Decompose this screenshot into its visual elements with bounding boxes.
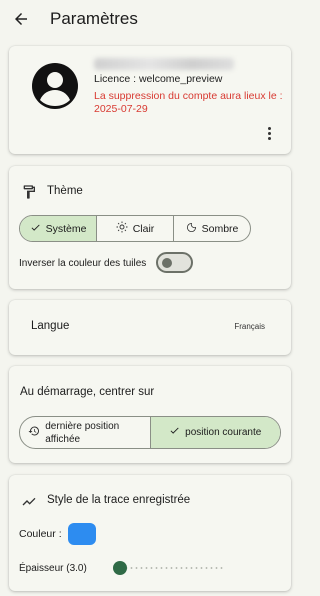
username-redacted — [94, 58, 234, 70]
startup-card: Au démarrage, centrer sur dernière posit… — [9, 366, 291, 463]
trace-style-title: Style de la trace enregistrée — [47, 494, 191, 506]
check-icon — [169, 425, 180, 440]
startup-option-label: position courante — [185, 427, 262, 438]
page-title: Paramètres — [50, 9, 138, 28]
startup-option-current-position[interactable]: position courante — [150, 417, 280, 448]
account-avatar-icon — [31, 62, 79, 110]
theme-selector: Système Clair Sombre — [19, 215, 251, 242]
sun-icon — [116, 221, 128, 236]
language-value[interactable]: Français — [234, 322, 265, 331]
color-swatch[interactable] — [68, 523, 96, 545]
language-card[interactable]: Langue Français — [9, 300, 291, 355]
moon-icon — [186, 222, 197, 236]
invert-tiles-toggle[interactable] — [156, 252, 193, 273]
startup-selector: dernière position affichée position cour… — [19, 416, 281, 449]
startup-title: Au démarrage, centrer sur — [20, 386, 155, 398]
more-options-icon[interactable] — [263, 124, 275, 142]
startup-option-label: dernière position affichée — [45, 420, 120, 445]
check-icon — [30, 222, 41, 236]
toggle-knob — [162, 257, 172, 268]
deletion-notice: La suppression du compte aura lieux le :… — [94, 90, 283, 115]
theme-title: Thème — [47, 185, 83, 197]
back-arrow-icon[interactable] — [10, 8, 32, 30]
language-label: Langue — [31, 320, 70, 332]
paint-roller-icon — [21, 184, 37, 200]
theme-option-dark[interactable]: Sombre — [174, 216, 250, 241]
slider-thumb[interactable] — [113, 561, 127, 575]
startup-option-last-position[interactable]: dernière position affichée — [20, 417, 151, 448]
theme-option-label: Clair — [132, 222, 155, 235]
theme-option-label: Sombre — [201, 222, 239, 235]
history-icon — [28, 425, 40, 441]
line-chart-icon — [21, 493, 37, 509]
theme-option-label: Système — [45, 222, 87, 235]
app-bar: Paramètres — [0, 0, 299, 40]
trace-style-card: Style de la trace enregistrée Couleur : … — [9, 475, 291, 591]
account-card: Licence : welcome_preview La suppression… — [9, 46, 291, 154]
slider-track — [119, 567, 223, 569]
color-label: Couleur : — [19, 528, 62, 540]
licence-text: Licence : welcome_preview — [94, 73, 223, 85]
theme-option-system[interactable]: Système — [20, 216, 97, 241]
invert-tiles-label: Inverser la couleur des tuiles — [19, 258, 147, 269]
thickness-label: Épaisseur (3.0) — [19, 563, 87, 574]
theme-card: Thème Système Clair Sombre Inverser la c… — [9, 166, 291, 289]
theme-option-light[interactable]: Clair — [97, 216, 174, 241]
thickness-slider[interactable] — [113, 561, 223, 575]
